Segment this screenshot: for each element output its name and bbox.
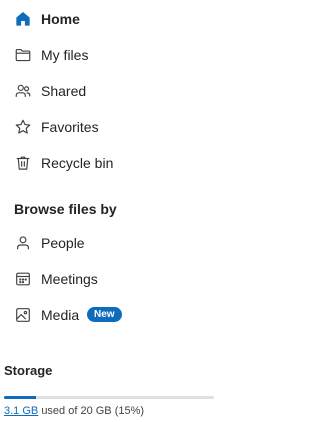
nav-item-label: Meetings xyxy=(41,271,98,287)
browse-files-heading: Browse files by xyxy=(14,201,117,217)
folder-icon xyxy=(14,46,32,64)
nav-item-label: People xyxy=(41,235,85,251)
trash-icon xyxy=(14,154,32,172)
storage-usage-suffix: used of 20 GB (15%) xyxy=(41,405,145,417)
storage-progress-bar xyxy=(4,396,214,399)
nav-item-media[interactable]: Media New xyxy=(0,297,266,333)
nav-item-label: My files xyxy=(41,47,89,63)
new-badge: New xyxy=(87,307,122,322)
storage-heading: Storage xyxy=(4,363,53,378)
nav-item-shared[interactable]: Shared xyxy=(0,73,266,109)
nav-item-recycle-bin[interactable]: Recycle bin xyxy=(0,145,266,181)
nav-item-label: Recycle bin xyxy=(41,155,114,171)
person-icon xyxy=(14,234,32,252)
storage-used-link[interactable]: 3.1 GB xyxy=(4,405,38,417)
nav-item-label: Home xyxy=(41,11,80,27)
nav-item-people[interactable]: People xyxy=(0,225,266,261)
storage-progress-fill xyxy=(4,396,36,399)
home-icon xyxy=(14,10,32,28)
nav-item-label: Shared xyxy=(41,83,87,99)
calendar-icon xyxy=(14,270,32,288)
people-icon xyxy=(14,82,32,100)
star-icon xyxy=(14,118,32,136)
nav-item-my-files[interactable]: My files xyxy=(0,37,266,73)
nav-item-favorites[interactable]: Favorites xyxy=(0,109,266,145)
image-icon xyxy=(14,306,32,324)
storage-usage-text: 3.1 GB used of 20 GB (15%) xyxy=(4,404,144,418)
nav-item-label: Media xyxy=(41,307,80,323)
nav-item-meetings[interactable]: Meetings xyxy=(0,261,266,297)
nav-item-label: Favorites xyxy=(41,119,99,135)
nav-item-home[interactable]: Home xyxy=(0,1,266,37)
